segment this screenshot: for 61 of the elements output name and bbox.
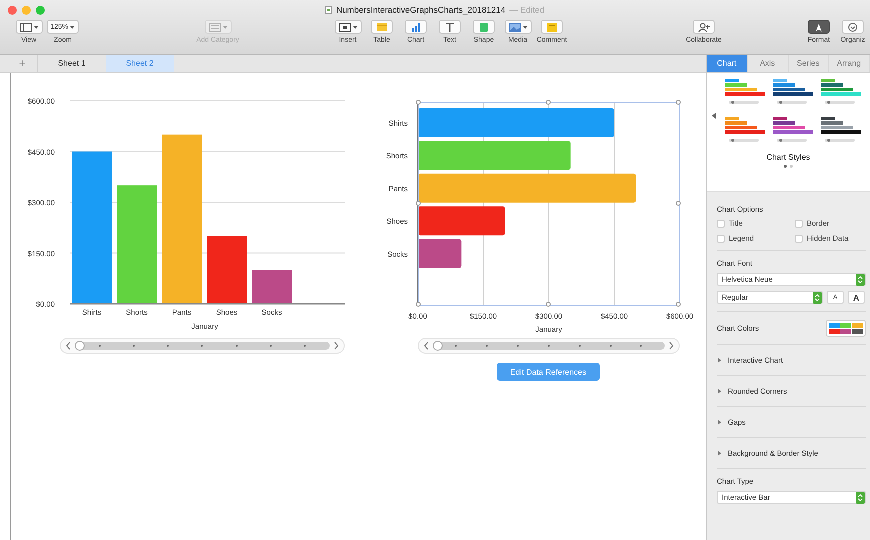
disclosure-triangle-icon: [717, 451, 722, 456]
close-button[interactable]: [8, 6, 17, 14]
slider-track[interactable]: [75, 342, 330, 350]
shape-button[interactable]: [473, 20, 495, 34]
window-title: NumbersInteractiveGraphsCharts_20181214: [336, 5, 506, 15]
disclosure-triangle-icon: [717, 420, 722, 425]
stepper-icon: [813, 292, 822, 304]
bar: [207, 236, 247, 304]
bar: [252, 270, 292, 304]
disclosure-triangle-icon: [717, 389, 722, 394]
caret-icon: [34, 26, 38, 28]
text-button[interactable]: [439, 20, 461, 34]
checkbox[interactable]: [717, 234, 725, 242]
view-icon: [20, 22, 32, 32]
caret-icon: [522, 26, 528, 28]
shape-icon: [478, 22, 490, 32]
stepper-icon: [856, 492, 865, 504]
chart-button[interactable]: [405, 20, 427, 34]
view-button[interactable]: [16, 20, 42, 34]
page-dot[interactable]: [790, 165, 793, 168]
page-dot[interactable]: [784, 165, 787, 168]
chart-icon: [410, 22, 422, 32]
slider-thumb[interactable]: [433, 341, 443, 351]
chart-slider[interactable]: [418, 338, 680, 354]
selection-frame[interactable]: [418, 102, 680, 306]
checkbox[interactable]: [795, 220, 803, 228]
table-icon: [376, 22, 388, 32]
text-icon: [444, 22, 456, 32]
collaborate-button[interactable]: [693, 20, 715, 34]
organize-icon: [847, 22, 859, 32]
stepper-icon: [856, 274, 865, 286]
caret-icon: [352, 26, 358, 28]
add-category-icon: [208, 22, 220, 32]
checkbox[interactable]: [795, 234, 803, 242]
organize-button[interactable]: [842, 20, 864, 34]
chart-styles-label: Chart Styles: [766, 153, 810, 162]
collaborate-icon: [698, 22, 710, 32]
chart-slider[interactable]: [60, 338, 345, 354]
increase-font-button[interactable]: A: [848, 291, 865, 304]
comment-icon: [546, 22, 558, 32]
chevron-left-icon[interactable]: [424, 342, 429, 350]
caret-icon: [70, 26, 76, 28]
document-icon: [325, 6, 332, 14]
chevron-left-icon[interactable]: [66, 342, 71, 350]
disclosure-triangle-icon: [717, 358, 722, 363]
chevron-right-icon[interactable]: [669, 342, 674, 350]
slider-thumb[interactable]: [75, 341, 85, 351]
format-button[interactable]: [808, 20, 830, 34]
checkbox[interactable]: [717, 220, 725, 228]
media-button[interactable]: [504, 20, 532, 34]
chevron-right-icon[interactable]: [334, 342, 339, 350]
edited-status: — Edited: [510, 5, 545, 15]
slider-track[interactable]: [433, 342, 665, 350]
insert-icon: [338, 22, 350, 32]
bar: [418, 239, 462, 268]
color-palette-swatch[interactable]: [826, 320, 866, 337]
media-icon: [508, 22, 520, 32]
table-button[interactable]: [371, 20, 393, 34]
insert-button[interactable]: [334, 20, 362, 34]
caret-icon: [222, 26, 228, 28]
previous-icon[interactable]: [712, 113, 716, 119]
